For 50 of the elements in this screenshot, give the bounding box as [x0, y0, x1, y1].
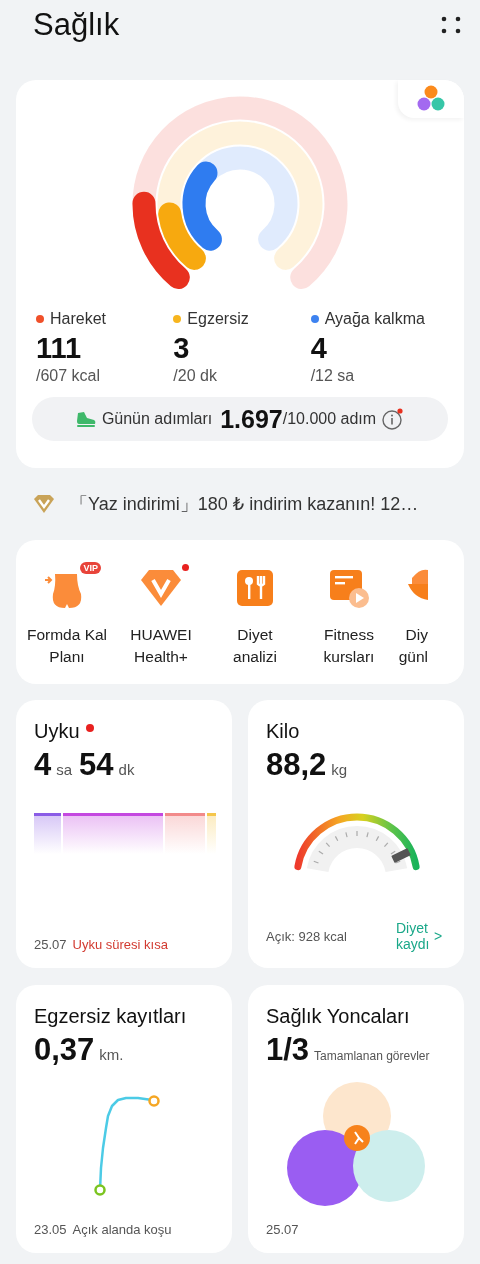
card-title: Sağlık Yoncaları [266, 1005, 410, 1028]
card-title: Egzersiz kayıtları [34, 1005, 187, 1028]
stat-value: 4 [310, 332, 328, 365]
exercise-card[interactable]: Egzersiz kayıtları 0,37 km. 23.05 Açık alanda koşu [16, 985, 232, 1253]
clover-tab-icon[interactable] [398, 80, 464, 118]
shortcut-item[interactable]: HUAWEI Health+ [114, 562, 208, 684]
steps-goal: /10.000 adım [282, 410, 377, 427]
stat-label: Hareket [50, 310, 107, 328]
task-count: 1/3 [266, 1032, 310, 1068]
stat-goal: /12 sa [310, 367, 356, 385]
sleep-card[interactable]: Uyku 4 sa 54 dk 25.07 Uyku süresi kısa [16, 700, 232, 968]
card-title: Uyku [34, 720, 80, 743]
stat-value: 111 [36, 332, 83, 365]
burn-label: Açık: 928 kcal [266, 928, 347, 944]
task-caption: Tamamlanan görevler [314, 1049, 430, 1063]
stat-goal: /20 dk [173, 367, 218, 385]
steps-bar[interactable]: Günün adımları 1.697/10.000 adım [32, 397, 448, 441]
date-label: 25.07 [34, 937, 67, 952]
sleep-note: Uyku süresi kısa [72, 937, 168, 952]
page-title: Sağlık [33, 7, 120, 43]
weight-value: 88,2 [266, 747, 327, 783]
weight-unit: kg [331, 761, 348, 778]
promo-text[interactable]: 「Yaz indirimi」180 ₺ indirim kazanın! 12… [70, 492, 419, 516]
date-label: 25.07 [266, 1222, 299, 1237]
shortcut-item[interactable]: VIP Formda Kal Planı [20, 562, 114, 684]
shoe-icon [74, 410, 97, 428]
activity-type: Açık alanda koşu [72, 1222, 172, 1237]
distance-unit: km. [99, 1046, 124, 1063]
activity-card[interactable]: Hareket 111 /607 kcal Egzersiz 3 /20 dk Ayağa kalkma 4 /12 sa Günün adımları 1.697/10.000 adım [16, 80, 464, 468]
minutes-value: 54 [79, 747, 114, 783]
stat-label: Ayağa kalkma [324, 310, 425, 328]
hours-value: 4 [34, 747, 52, 783]
vip-badge: VIP [80, 562, 101, 574]
more-menu-icon[interactable] [440, 14, 462, 36]
date-label: 23.05 [34, 1222, 67, 1237]
minutes-unit: dk [118, 761, 135, 778]
steps-label: Günün adımları [101, 410, 213, 428]
stat-goal: /607 kcal [36, 367, 102, 385]
stat-label: Egzersiz [187, 310, 249, 328]
hours-unit: sa [56, 761, 73, 778]
diamond-icon [32, 494, 56, 514]
distance-value: 0,37 [34, 1032, 95, 1068]
stat-value: 3 [173, 332, 191, 365]
shortcut-item[interactable]: Diyet analizi [208, 562, 302, 684]
steps-value: 1.697 [220, 404, 283, 434]
shortcut-item[interactable]: Fitness kursları [302, 562, 396, 684]
shortcut-item[interactable]: Diy günl [396, 562, 428, 684]
clover-card[interactable]: Sağlık Yoncaları 1/3 Tamamlanan görevler 25.07 [248, 985, 464, 1253]
card-title: Kilo [266, 720, 300, 743]
info-icon[interactable] [381, 407, 406, 431]
